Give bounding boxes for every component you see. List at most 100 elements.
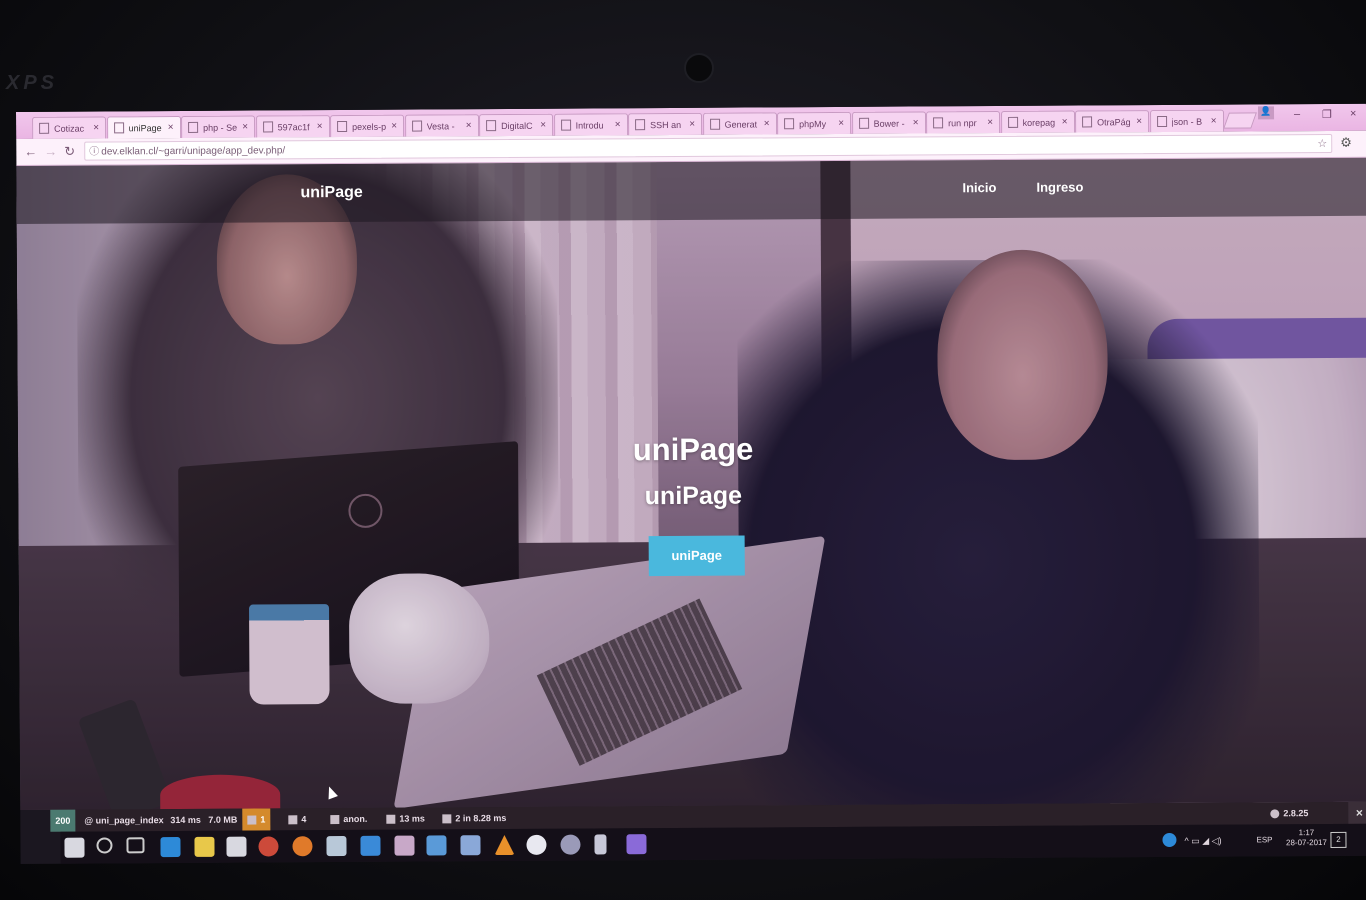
favicon-icon bbox=[858, 117, 869, 129]
browser-tab[interactable]: SSH an × bbox=[628, 112, 703, 136]
vlc-icon[interactable] bbox=[494, 835, 514, 855]
browser-tab[interactable]: php - Se × bbox=[181, 115, 256, 138]
laptop-brand-logo: XPS bbox=[6, 72, 59, 94]
back-icon[interactable]: ← bbox=[24, 144, 37, 159]
search-icon[interactable] bbox=[96, 837, 113, 854]
browser-tab[interactable]: Vesta - × bbox=[404, 114, 479, 137]
close-tab-icon[interactable]: × bbox=[689, 119, 695, 130]
browser-tab[interactable]: korepag × bbox=[1000, 110, 1075, 133]
close-tab-icon[interactable]: × bbox=[1136, 116, 1142, 127]
favicon-icon bbox=[784, 118, 795, 130]
browser-tab[interactable]: 597ac1f × bbox=[255, 115, 330, 138]
tab-label: korepag bbox=[1022, 117, 1056, 128]
task-view-icon[interactable] bbox=[126, 837, 145, 854]
favicon-icon bbox=[1007, 116, 1018, 128]
hero-cta-button[interactable]: uniPage bbox=[648, 535, 745, 577]
debug-time[interactable]: 314 ms bbox=[170, 809, 201, 831]
site-info-icon[interactable]: ⓘ bbox=[89, 142, 99, 161]
favicon-icon bbox=[113, 122, 124, 134]
browser-tab[interactable]: OtraPág × bbox=[1075, 110, 1150, 133]
app-icon-4[interactable] bbox=[426, 835, 447, 856]
debug-status-code[interactable]: 200 bbox=[50, 809, 76, 832]
app-icon-9[interactable] bbox=[626, 834, 647, 855]
edge-icon[interactable] bbox=[160, 837, 181, 858]
profile-icon[interactable]: 👤 bbox=[1257, 106, 1275, 120]
debug-warnings[interactable]: 1 bbox=[242, 808, 271, 831]
debug-db[interactable]: 2 in 8.28 ms bbox=[442, 807, 506, 829]
forward-icon[interactable]: → bbox=[44, 144, 57, 159]
close-tab-icon[interactable]: × bbox=[764, 118, 770, 129]
favicon-icon bbox=[262, 121, 273, 133]
firefox-icon[interactable] bbox=[292, 836, 313, 857]
close-tab-icon[interactable]: × bbox=[93, 122, 99, 133]
reload-icon[interactable]: ↻ bbox=[64, 144, 75, 160]
close-tab-icon[interactable]: × bbox=[987, 117, 993, 128]
clock-time: 1:17 bbox=[1298, 828, 1315, 838]
app-icon-6[interactable] bbox=[526, 834, 547, 855]
browser-tab[interactable]: run npr × bbox=[926, 110, 1001, 134]
clock[interactable]: 1:17 28-07-2017 bbox=[1282, 828, 1330, 848]
tray-icons[interactable]: ^ ▭ ◢ ◁) bbox=[1184, 836, 1221, 846]
browser-tab[interactable]: Bower - × bbox=[851, 111, 926, 134]
browser-tab[interactable]: Introdu × bbox=[553, 113, 628, 136]
symfony-icon bbox=[1270, 809, 1280, 819]
favicon-icon bbox=[411, 120, 422, 132]
maximize-button[interactable]: ❐ bbox=[1322, 108, 1332, 121]
app-icon-8[interactable] bbox=[594, 834, 607, 855]
close-tab-icon[interactable]: × bbox=[168, 122, 174, 133]
file-explorer-icon[interactable] bbox=[194, 836, 215, 857]
address-bar[interactable]: ⓘ dev.elklan.cl/~garri/unipage/app_dev.p… bbox=[84, 133, 1333, 161]
app-icon-5[interactable] bbox=[460, 835, 481, 856]
browser-tab[interactable]: DigitalC × bbox=[479, 113, 554, 137]
debug-route[interactable]: @ uni_page_index bbox=[84, 809, 163, 831]
bookmark-star-icon[interactable]: ☆ bbox=[1317, 135, 1327, 154]
minimize-button[interactable]: – bbox=[1294, 108, 1300, 120]
app-icon-2[interactable] bbox=[360, 835, 381, 856]
debug-warnings-count: 1 bbox=[260, 814, 266, 825]
app-icon-1[interactable] bbox=[326, 835, 347, 857]
close-tab-icon[interactable]: × bbox=[391, 121, 397, 132]
close-tab-icon[interactable]: × bbox=[838, 118, 844, 129]
new-tab-button[interactable] bbox=[1223, 112, 1257, 129]
close-tab-icon[interactable]: × bbox=[242, 122, 248, 133]
close-window-button[interactable]: × bbox=[1350, 108, 1357, 120]
translation-icon bbox=[288, 815, 298, 825]
debug-twig[interactable]: 13 ms bbox=[386, 808, 425, 830]
notification-center-icon[interactable]: 2 bbox=[1330, 831, 1347, 848]
browser-tab[interactable]: Cotizac × bbox=[32, 116, 107, 139]
debug-version[interactable]: 2.8.25 bbox=[1270, 802, 1308, 824]
hero-subtitle: uniPage bbox=[644, 481, 743, 511]
favicon-icon bbox=[1082, 116, 1093, 128]
help-tray-icon[interactable] bbox=[1162, 832, 1177, 848]
browser-tab[interactable]: json - B × bbox=[1149, 109, 1224, 133]
debug-translations[interactable]: 4 bbox=[288, 808, 306, 830]
clock-date: 28-07-2017 bbox=[1285, 838, 1327, 848]
close-tab-icon[interactable]: × bbox=[1211, 116, 1217, 127]
close-tab-icon[interactable]: × bbox=[615, 119, 621, 130]
app-icon-7[interactable] bbox=[560, 834, 581, 855]
favicon-icon bbox=[337, 120, 348, 133]
debug-translations-count: 4 bbox=[301, 814, 307, 825]
close-tab-icon[interactable]: × bbox=[466, 120, 472, 131]
browser-tab[interactable]: Generat × bbox=[702, 112, 777, 135]
close-tab-icon[interactable]: × bbox=[317, 121, 323, 132]
store-icon[interactable] bbox=[226, 836, 247, 857]
browser-tab[interactable]: phpMy × bbox=[777, 111, 852, 135]
start-button-icon[interactable] bbox=[64, 837, 85, 858]
debug-memory[interactable]: 7.0 MB bbox=[208, 809, 237, 831]
app-icon-3[interactable] bbox=[394, 835, 415, 856]
language-indicator[interactable]: ESP bbox=[1256, 835, 1272, 845]
close-tab-icon[interactable]: × bbox=[1062, 117, 1068, 128]
debug-user[interactable]: anon. bbox=[330, 808, 367, 830]
webcam bbox=[684, 53, 714, 83]
browser-tab[interactable]: pexels-p × bbox=[330, 114, 405, 138]
close-tab-icon[interactable]: × bbox=[540, 120, 546, 131]
extension-gear-icon[interactable]: ⚙ bbox=[1340, 135, 1352, 151]
favicon-icon bbox=[1156, 115, 1167, 128]
close-tab-icon[interactable]: × bbox=[913, 117, 919, 128]
browser-tab[interactable]: uniPage × bbox=[106, 115, 181, 139]
tab-label: json - B bbox=[1171, 116, 1203, 127]
page-hero-background: uniPage Inicio Ingreso uniPage uniPage u… bbox=[16, 157, 1366, 810]
chrome-icon[interactable] bbox=[258, 836, 279, 857]
debug-close-button[interactable]: × bbox=[1348, 801, 1366, 824]
